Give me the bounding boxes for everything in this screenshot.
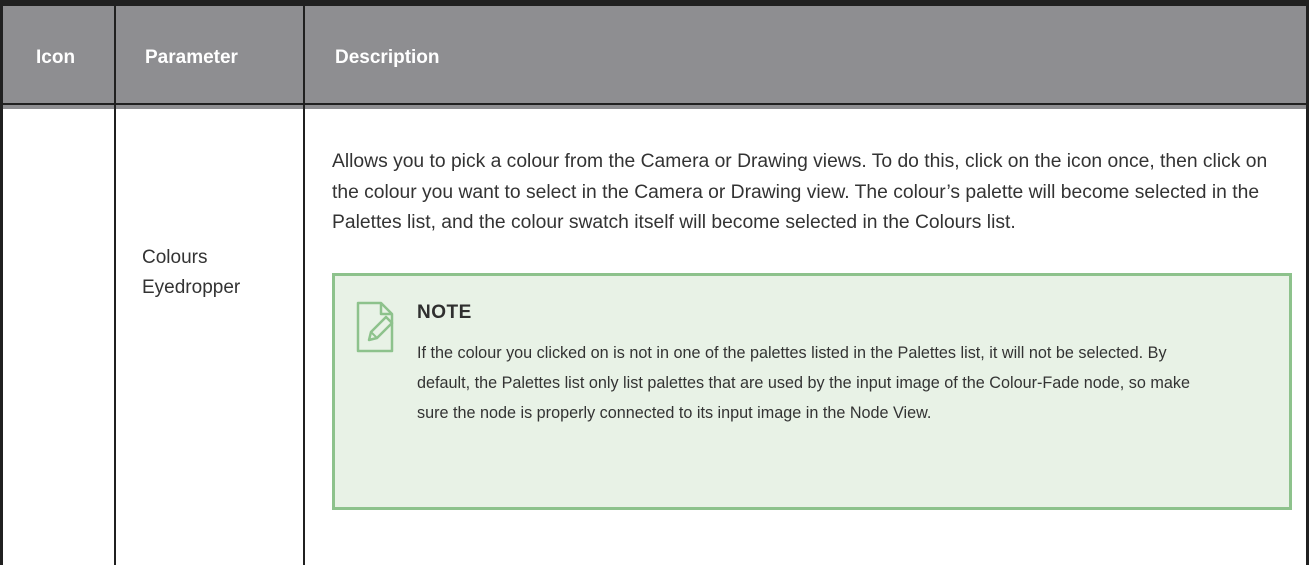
note-title: NOTE bbox=[417, 302, 472, 323]
parameter-name: Colours Eyedropper bbox=[142, 247, 241, 298]
header-divider bbox=[0, 103, 1309, 105]
table-header-row: Icon Parameter Description bbox=[0, 0, 1309, 109]
header-description: Description bbox=[335, 47, 440, 68]
column-divider-parameter bbox=[303, 0, 305, 565]
note-box: NOTE If the colour you clicked on is not… bbox=[332, 273, 1292, 510]
column-divider-icon bbox=[114, 0, 116, 565]
parameter-description: Allows you to pick a colour from the Cam… bbox=[332, 151, 1268, 233]
parameter-table: Icon Parameter Description Colours Eyedr… bbox=[0, 0, 1309, 565]
header-parameter: Parameter bbox=[145, 47, 238, 68]
table-left-border bbox=[0, 103, 3, 565]
note-text: If the colour you clicked on is not in o… bbox=[417, 344, 1190, 422]
note-pencil-icon bbox=[356, 301, 394, 353]
header-icon: Icon bbox=[36, 47, 76, 68]
